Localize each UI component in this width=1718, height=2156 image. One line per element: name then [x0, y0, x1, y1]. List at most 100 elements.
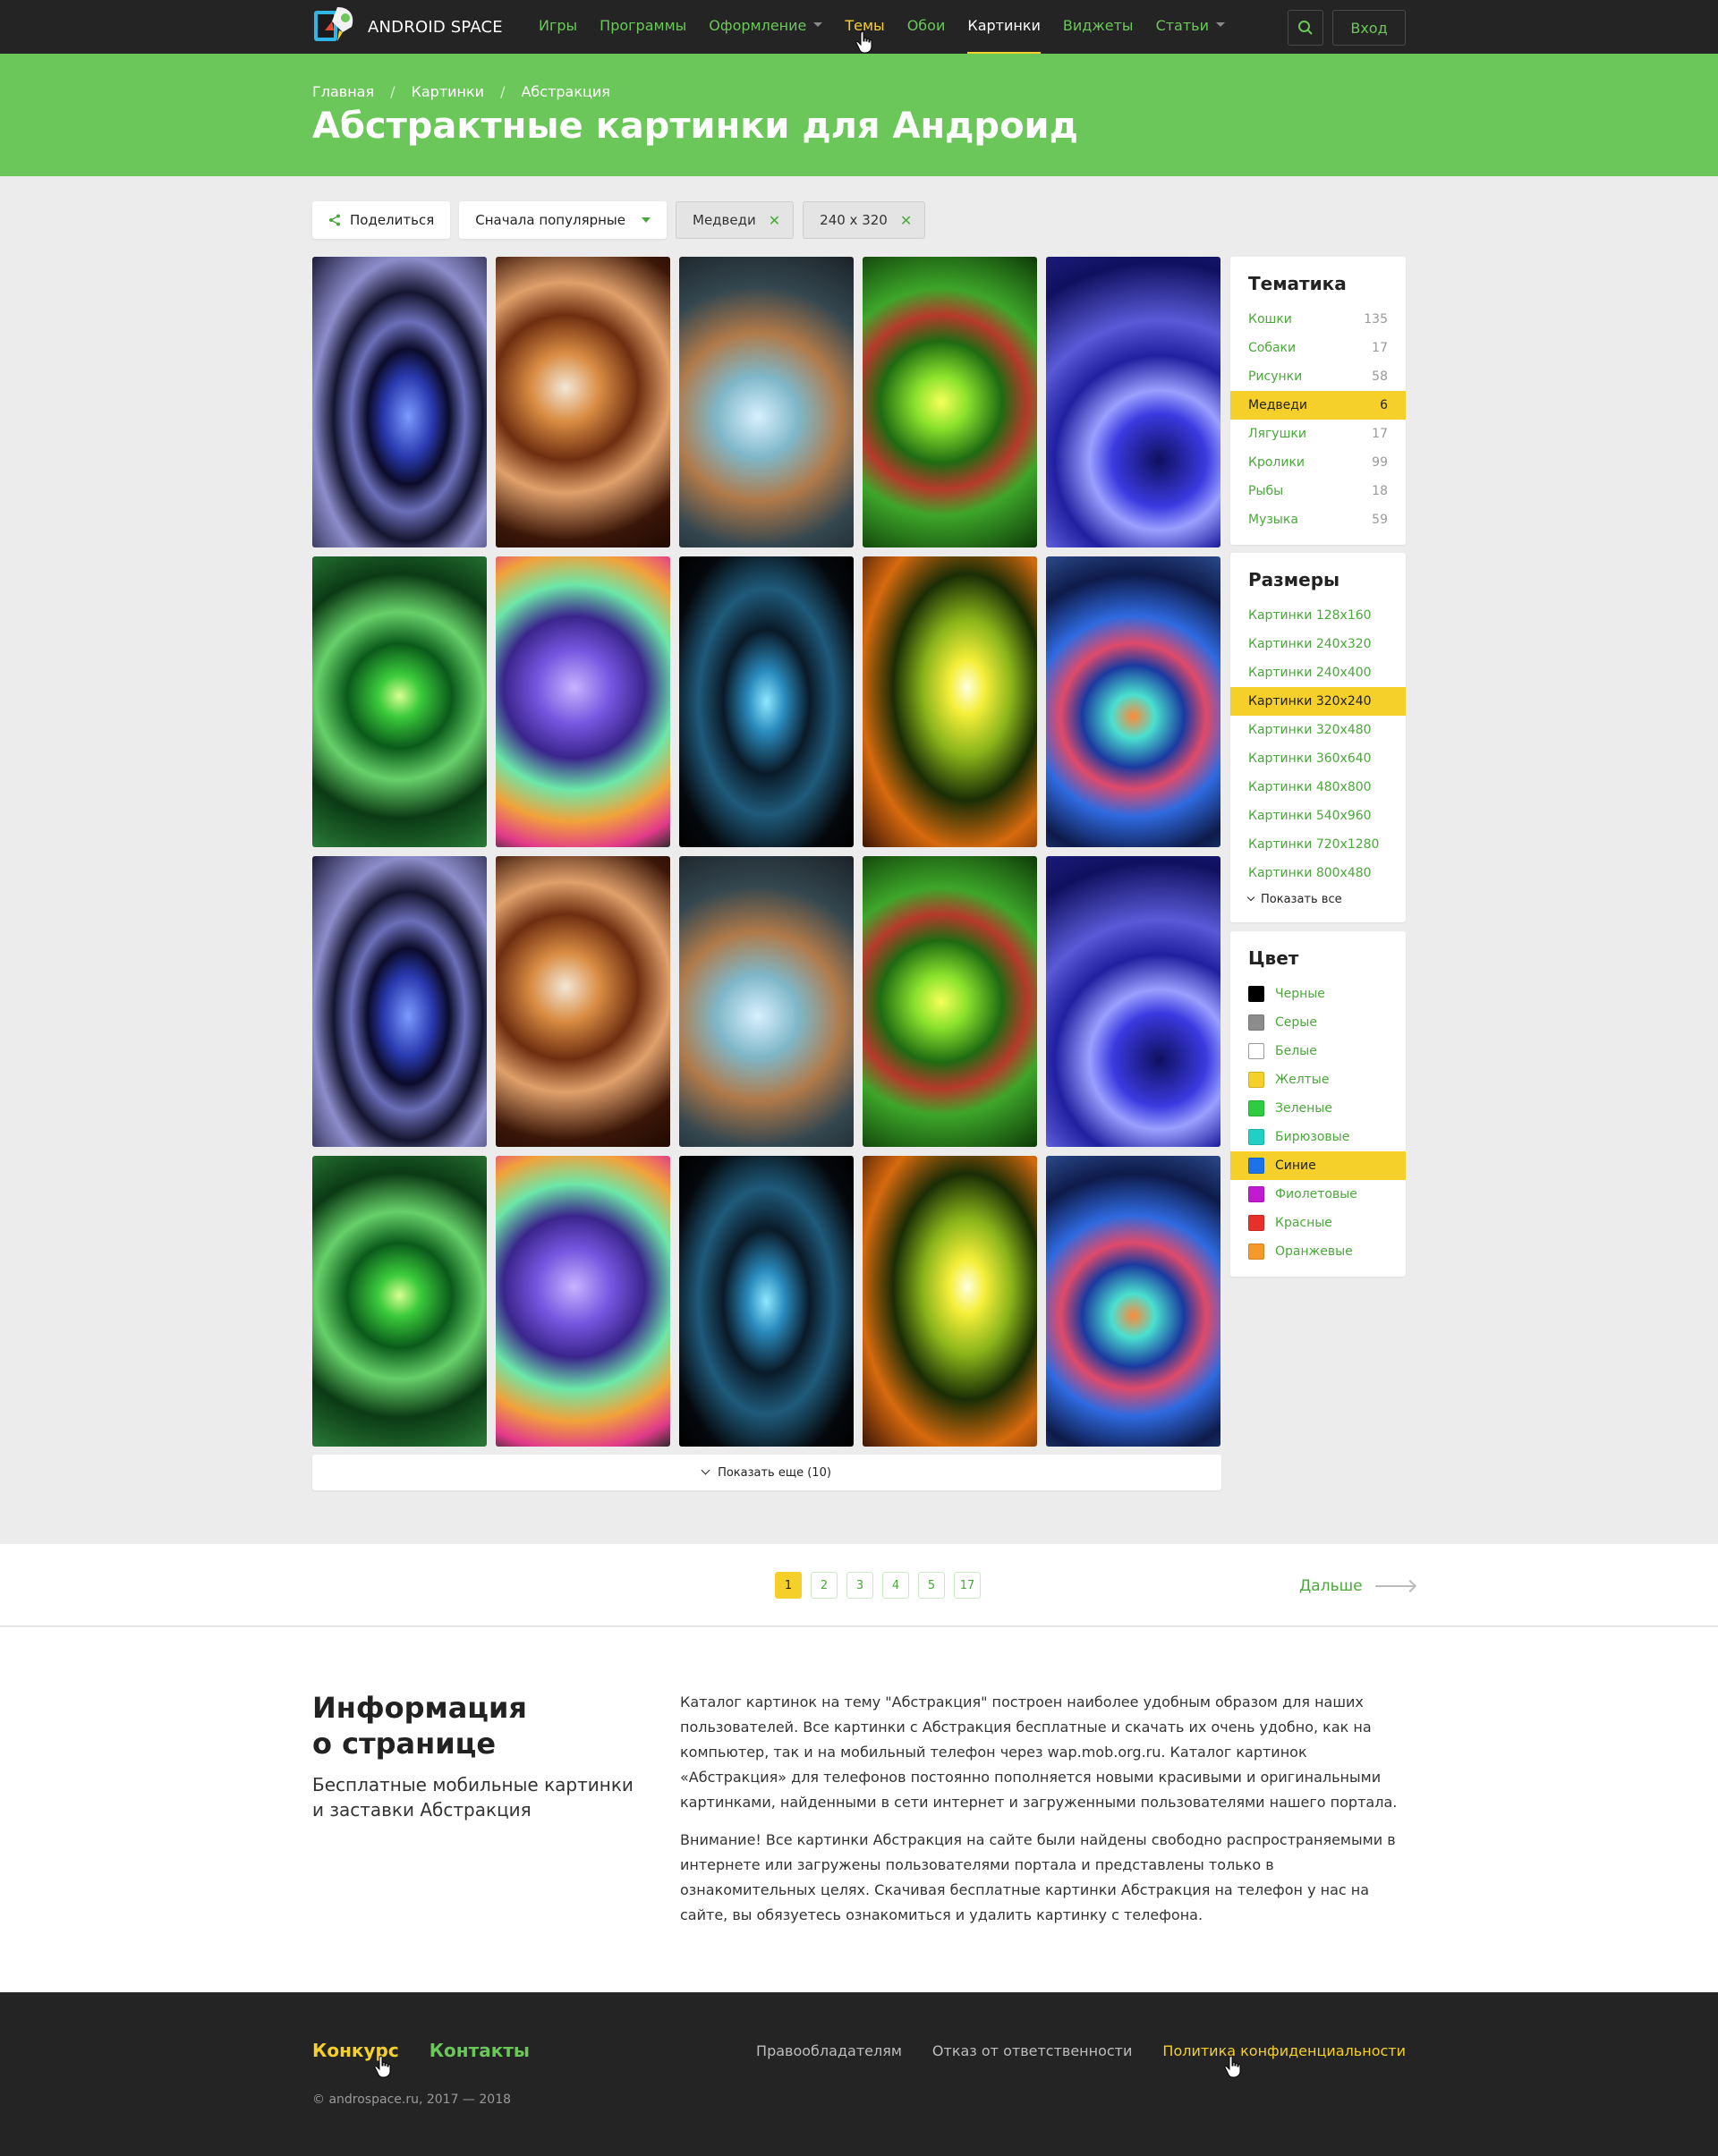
color-item[interactable]: Синие [1230, 1151, 1406, 1180]
page-button[interactable]: 17 [954, 1572, 981, 1599]
breadcrumb-home[interactable]: Главная [312, 83, 374, 100]
nav-item[interactable]: Оформление [709, 0, 823, 54]
breadcrumb-separator: / [500, 83, 506, 100]
chevron-down-icon [813, 22, 823, 27]
sort-dropdown[interactable]: Сначала популярные [459, 201, 668, 239]
gallery-image[interactable] [679, 1156, 854, 1447]
gallery-image[interactable] [312, 556, 487, 847]
sizes-title: Размеры [1248, 569, 1340, 590]
color-swatch [1248, 1129, 1264, 1145]
show-more-button[interactable]: Показать еще (10) [312, 1455, 1221, 1490]
topic-item[interactable]: Кролики 99 [1230, 448, 1406, 477]
gallery-image[interactable] [1046, 556, 1220, 847]
nav-item[interactable]: Картинки [967, 0, 1041, 54]
nav-item[interactable]: Статьи [1156, 0, 1226, 54]
color-item[interactable]: Бирюзовые [1230, 1123, 1406, 1151]
topic-label: Рисунки [1248, 369, 1303, 384]
gallery-image[interactable] [312, 257, 487, 547]
page-button[interactable]: 1 [775, 1572, 802, 1599]
nav-item-label: Игры [539, 17, 578, 34]
color-item[interactable]: Оранжевые [1230, 1237, 1406, 1266]
search-button[interactable] [1288, 10, 1323, 46]
arrow-right-icon [1374, 1585, 1415, 1587]
nav-item[interactable]: Игры [539, 0, 577, 54]
topic-item[interactable]: Собаки 17 [1230, 334, 1406, 362]
color-item[interactable]: Зеленые [1230, 1094, 1406, 1123]
gallery-image[interactable] [312, 856, 487, 1147]
color-item[interactable]: Желтые [1230, 1065, 1406, 1094]
footer-link-rights[interactable]: Правообладателям [756, 2042, 902, 2059]
size-item[interactable]: Картинки 240x320 [1230, 630, 1406, 658]
size-item[interactable]: Картинки 540x960 [1230, 802, 1406, 830]
close-icon[interactable]: ✕ [900, 212, 912, 229]
gallery-image[interactable] [679, 856, 854, 1147]
nav-item-label: Картинки [967, 17, 1041, 34]
breadcrumb-abstraction[interactable]: Абстракция [521, 83, 609, 100]
footer-link-disclaimer[interactable]: Отказ от ответственности [932, 2042, 1133, 2059]
topic-item[interactable]: Лягушки 17 [1230, 420, 1406, 448]
page-button[interactable]: 5 [918, 1572, 945, 1599]
size-item[interactable]: Картинки 480x800 [1230, 773, 1406, 802]
color-swatch [1248, 1100, 1264, 1116]
close-icon[interactable]: ✕ [769, 212, 780, 229]
site-logo[interactable]: ANDROID SPACE [312, 4, 503, 49]
topic-item[interactable]: Рисунки 58 [1230, 362, 1406, 391]
nav-item[interactable]: Обои [907, 0, 946, 54]
image-gallery [312, 257, 1221, 1447]
chevron-down-icon [1246, 893, 1255, 901]
gallery-image[interactable] [1046, 856, 1220, 1147]
page-title: Абстрактные картинки для Андроид [312, 106, 1078, 147]
share-icon [329, 214, 340, 226]
size-label: Картинки 480x800 [1248, 780, 1372, 794]
topic-item[interactable]: Рыбы 18 [1230, 477, 1406, 505]
color-item[interactable]: Серые [1230, 1008, 1406, 1037]
footer-link-privacy[interactable]: Политика конфиденциальности [1162, 2042, 1406, 2059]
color-item[interactable]: Черные [1230, 980, 1406, 1008]
login-button[interactable]: Вход [1332, 10, 1406, 46]
size-item[interactable]: Картинки 240x400 [1230, 658, 1406, 687]
gallery-image[interactable] [863, 257, 1037, 547]
size-item[interactable]: Картинки 128x160 [1230, 601, 1406, 630]
gallery-image[interactable] [863, 1156, 1037, 1447]
nav-item[interactable]: Виджеты [1063, 0, 1134, 54]
info-description: Каталог картинок на тему "Абстракция" по… [680, 1690, 1406, 1940]
gallery-image[interactable] [679, 257, 854, 547]
page-button[interactable]: 3 [846, 1572, 873, 1599]
gallery-image[interactable] [496, 257, 670, 547]
topic-item[interactable]: Кошки 135 [1230, 305, 1406, 334]
gallery-image[interactable] [312, 1156, 487, 1447]
size-item[interactable]: Картинки 320x480 [1230, 716, 1406, 744]
topic-item[interactable]: Медведи 6 [1230, 391, 1406, 420]
color-swatch [1248, 986, 1264, 1002]
gallery-image[interactable] [1046, 1156, 1220, 1447]
show-all-sizes-button[interactable]: Показать все [1230, 887, 1406, 922]
color-item[interactable]: Красные [1230, 1209, 1406, 1237]
size-item[interactable]: Картинки 800x480 [1230, 859, 1406, 887]
show-more-label: Показать еще (10) [718, 1465, 831, 1480]
gallery-image[interactable] [496, 556, 670, 847]
next-page-link[interactable]: Дальше [1299, 1577, 1415, 1595]
color-swatch [1248, 1186, 1264, 1202]
footer-link-contacts[interactable]: Контакты [430, 2040, 530, 2061]
share-button[interactable]: Поделиться [312, 201, 451, 239]
gallery-image[interactable] [679, 556, 854, 847]
size-item[interactable]: Картинки 360x640 [1230, 744, 1406, 773]
page-button[interactable]: 2 [811, 1572, 838, 1599]
info-title-line2: о странице [312, 1727, 497, 1761]
color-item[interactable]: Белые [1230, 1037, 1406, 1065]
size-item[interactable]: Картинки 320x240 [1230, 687, 1406, 716]
info-paragraph: Внимание! Все картинки Абстракция на сай… [680, 1831, 1396, 1923]
color-item[interactable]: Фиолетовые [1230, 1180, 1406, 1209]
gallery-image[interactable] [496, 1156, 670, 1447]
topic-item[interactable]: Музыка 59 [1230, 505, 1406, 534]
gallery-image[interactable] [1046, 257, 1220, 547]
page-button[interactable]: 4 [882, 1572, 909, 1599]
nav-item[interactable]: Программы [600, 0, 686, 54]
breadcrumb-pictures[interactable]: Картинки [412, 83, 485, 100]
gallery-image[interactable] [863, 556, 1037, 847]
gallery-image[interactable] [863, 856, 1037, 1147]
color-swatch [1248, 1215, 1264, 1231]
rocket-logo-icon [312, 4, 359, 50]
gallery-image[interactable] [496, 856, 670, 1147]
size-item[interactable]: Картинки 720x1280 [1230, 830, 1406, 859]
